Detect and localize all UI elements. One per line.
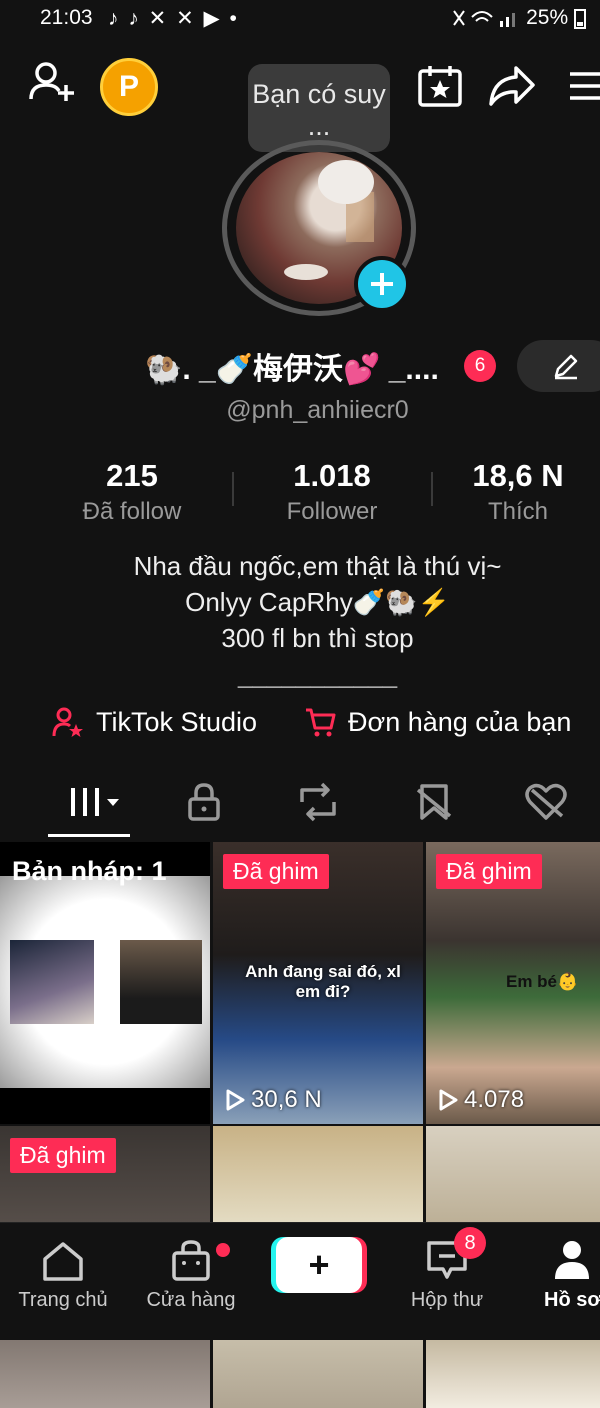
battery-icon — [574, 9, 586, 30]
play-icon — [439, 1089, 458, 1111]
bio-line: 300 fl bn thì stop — [221, 623, 414, 653]
stat-followers-value: 1.018 — [293, 458, 371, 493]
suggestion-tooltip[interactable]: Bạn có suy ... — [248, 64, 390, 152]
grid-dropdown-icon — [71, 788, 119, 816]
view-count: 30,6 N — [225, 1086, 322, 1114]
stat-divider — [232, 472, 234, 506]
bookmark-hidden-icon — [416, 784, 452, 820]
draft-label: Bản nháp: 1 — [12, 856, 167, 886]
username-handle: @pnh_anhiiecr0 — [226, 396, 409, 424]
bio-line: ___________ — [237, 659, 398, 689]
shop-notification-dot — [216, 1243, 230, 1257]
hamburger-menu-icon — [570, 72, 600, 100]
view-count: 4.078 — [438, 1086, 524, 1114]
video-caption: Anh đang sai đó, xl em đi? — [245, 962, 401, 1001]
nav-inbox[interactable]: 8 Hộp thư — [392, 1227, 502, 1312]
tab-private[interactable] — [174, 778, 234, 826]
nav-inbox-label: Hộp thư — [410, 1289, 484, 1311]
home-icon — [43, 1242, 83, 1281]
stat-likes-label: Thích — [487, 498, 549, 525]
pinned-badge: Đã ghim — [10, 1138, 116, 1173]
status-time: 21:03 — [40, 6, 93, 29]
view-count-value: 4.078 — [464, 1086, 525, 1113]
active-tab-indicator — [48, 834, 130, 837]
pencil-icon — [554, 354, 578, 380]
edit-profile-button[interactable] — [517, 340, 600, 392]
tab-videos[interactable] — [62, 778, 128, 826]
video-caption: Em bé👶 — [506, 972, 579, 991]
tab-liked[interactable] — [516, 778, 576, 826]
stat-following[interactable]: 215 Đã follow — [52, 458, 212, 526]
profile-icon — [555, 1241, 589, 1279]
video-tile[interactable]: Đã ghim Em bé👶 4.078 — [426, 842, 600, 1124]
pinned-badge: Đã ghim — [223, 854, 329, 889]
display-name: 🐏. _🍼梅伊沃💕 _.... — [145, 353, 439, 386]
inbox-badge: 8 — [454, 1227, 486, 1259]
nav-profile[interactable]: Hồ sơ — [518, 1235, 600, 1312]
stat-followers-label: Follower — [286, 498, 378, 525]
create-button[interactable]: + — [276, 1237, 362, 1293]
user-star-icon — [52, 707, 83, 737]
add-user-icon — [29, 62, 74, 101]
stat-following-label: Đã follow — [82, 498, 182, 525]
add-friend-button[interactable] — [24, 54, 80, 110]
play-icon — [226, 1089, 245, 1111]
orders-label: Đơn hàng của bạn — [348, 706, 572, 737]
draft-thumbnail — [120, 940, 202, 1024]
tiktok-studio-link[interactable]: TikTok Studio — [52, 706, 257, 738]
nav-shop-label: Cửa hàng — [146, 1289, 236, 1311]
plus-icon — [371, 273, 393, 295]
calendar-star-button[interactable] — [412, 58, 468, 114]
nav-shop[interactable]: Cửa hàng — [136, 1235, 246, 1312]
bio: Nha đầu ngốc,em thật là thú vị~ Onlyy Ca… — [0, 548, 600, 692]
stat-followers[interactable]: 1.018 Follower — [252, 458, 412, 526]
pinned-badge: Đã ghim — [436, 854, 542, 889]
draft-thumbnail — [10, 940, 94, 1024]
calendar-star-icon — [418, 66, 462, 107]
view-count-value: 30,6 N — [251, 1086, 322, 1113]
bio-line: Onlyy CapRhy🍼🐏⚡ — [185, 587, 450, 617]
stat-following-value: 215 — [106, 458, 158, 493]
bottom-navigation: Trang chủ Cửa hàng + 8 Hộp thư Hồ sơ — [0, 1222, 600, 1340]
cart-icon — [306, 708, 336, 737]
repost-icon — [300, 782, 336, 822]
content-tabs — [0, 778, 600, 838]
coin-button[interactable]: P — [100, 58, 158, 116]
status-app-icons: ♪ ♪ ✕ ✕ ▶ • — [108, 7, 239, 30]
nav-profile-label: Hồ sơ — [544, 1289, 600, 1311]
tab-favorites[interactable] — [404, 778, 464, 826]
lock-icon — [188, 783, 220, 821]
tiktok-studio-label: TikTok Studio — [96, 706, 258, 737]
signal-wifi-icon — [453, 10, 516, 28]
nav-home[interactable]: Trang chủ — [8, 1235, 118, 1312]
draft-tile[interactable]: Bản nháp: 1 — [0, 842, 210, 1124]
video-tile[interactable]: Đã ghim Anh đang sai đó, xl em đi? 30,6 … — [213, 842, 423, 1124]
orders-link[interactable]: Đơn hàng của bạn — [304, 706, 571, 738]
name-notification-badge: 6 — [464, 350, 496, 382]
heart-hidden-icon — [525, 783, 567, 820]
battery-percent: 25% — [526, 6, 569, 29]
tab-reposts[interactable] — [288, 778, 348, 826]
stat-likes[interactable]: 18,6 N Thích — [438, 458, 598, 526]
menu-button[interactable] — [558, 58, 600, 114]
stat-likes-value: 18,6 N — [472, 458, 564, 493]
status-right: 25% — [450, 6, 586, 30]
bio-line: Nha đầu ngốc,em thật là thú vị~ — [133, 551, 502, 581]
shopping-bag-icon — [172, 1240, 210, 1281]
nav-home-label: Trang chủ — [18, 1289, 108, 1311]
share-button[interactable] — [484, 58, 540, 114]
add-story-button[interactable] — [354, 256, 410, 312]
share-arrow-icon — [489, 66, 535, 106]
stat-divider — [431, 472, 433, 506]
status-bar: 21:03 ♪ ♪ ✕ ✕ ▶ • 25% — [0, 0, 600, 40]
